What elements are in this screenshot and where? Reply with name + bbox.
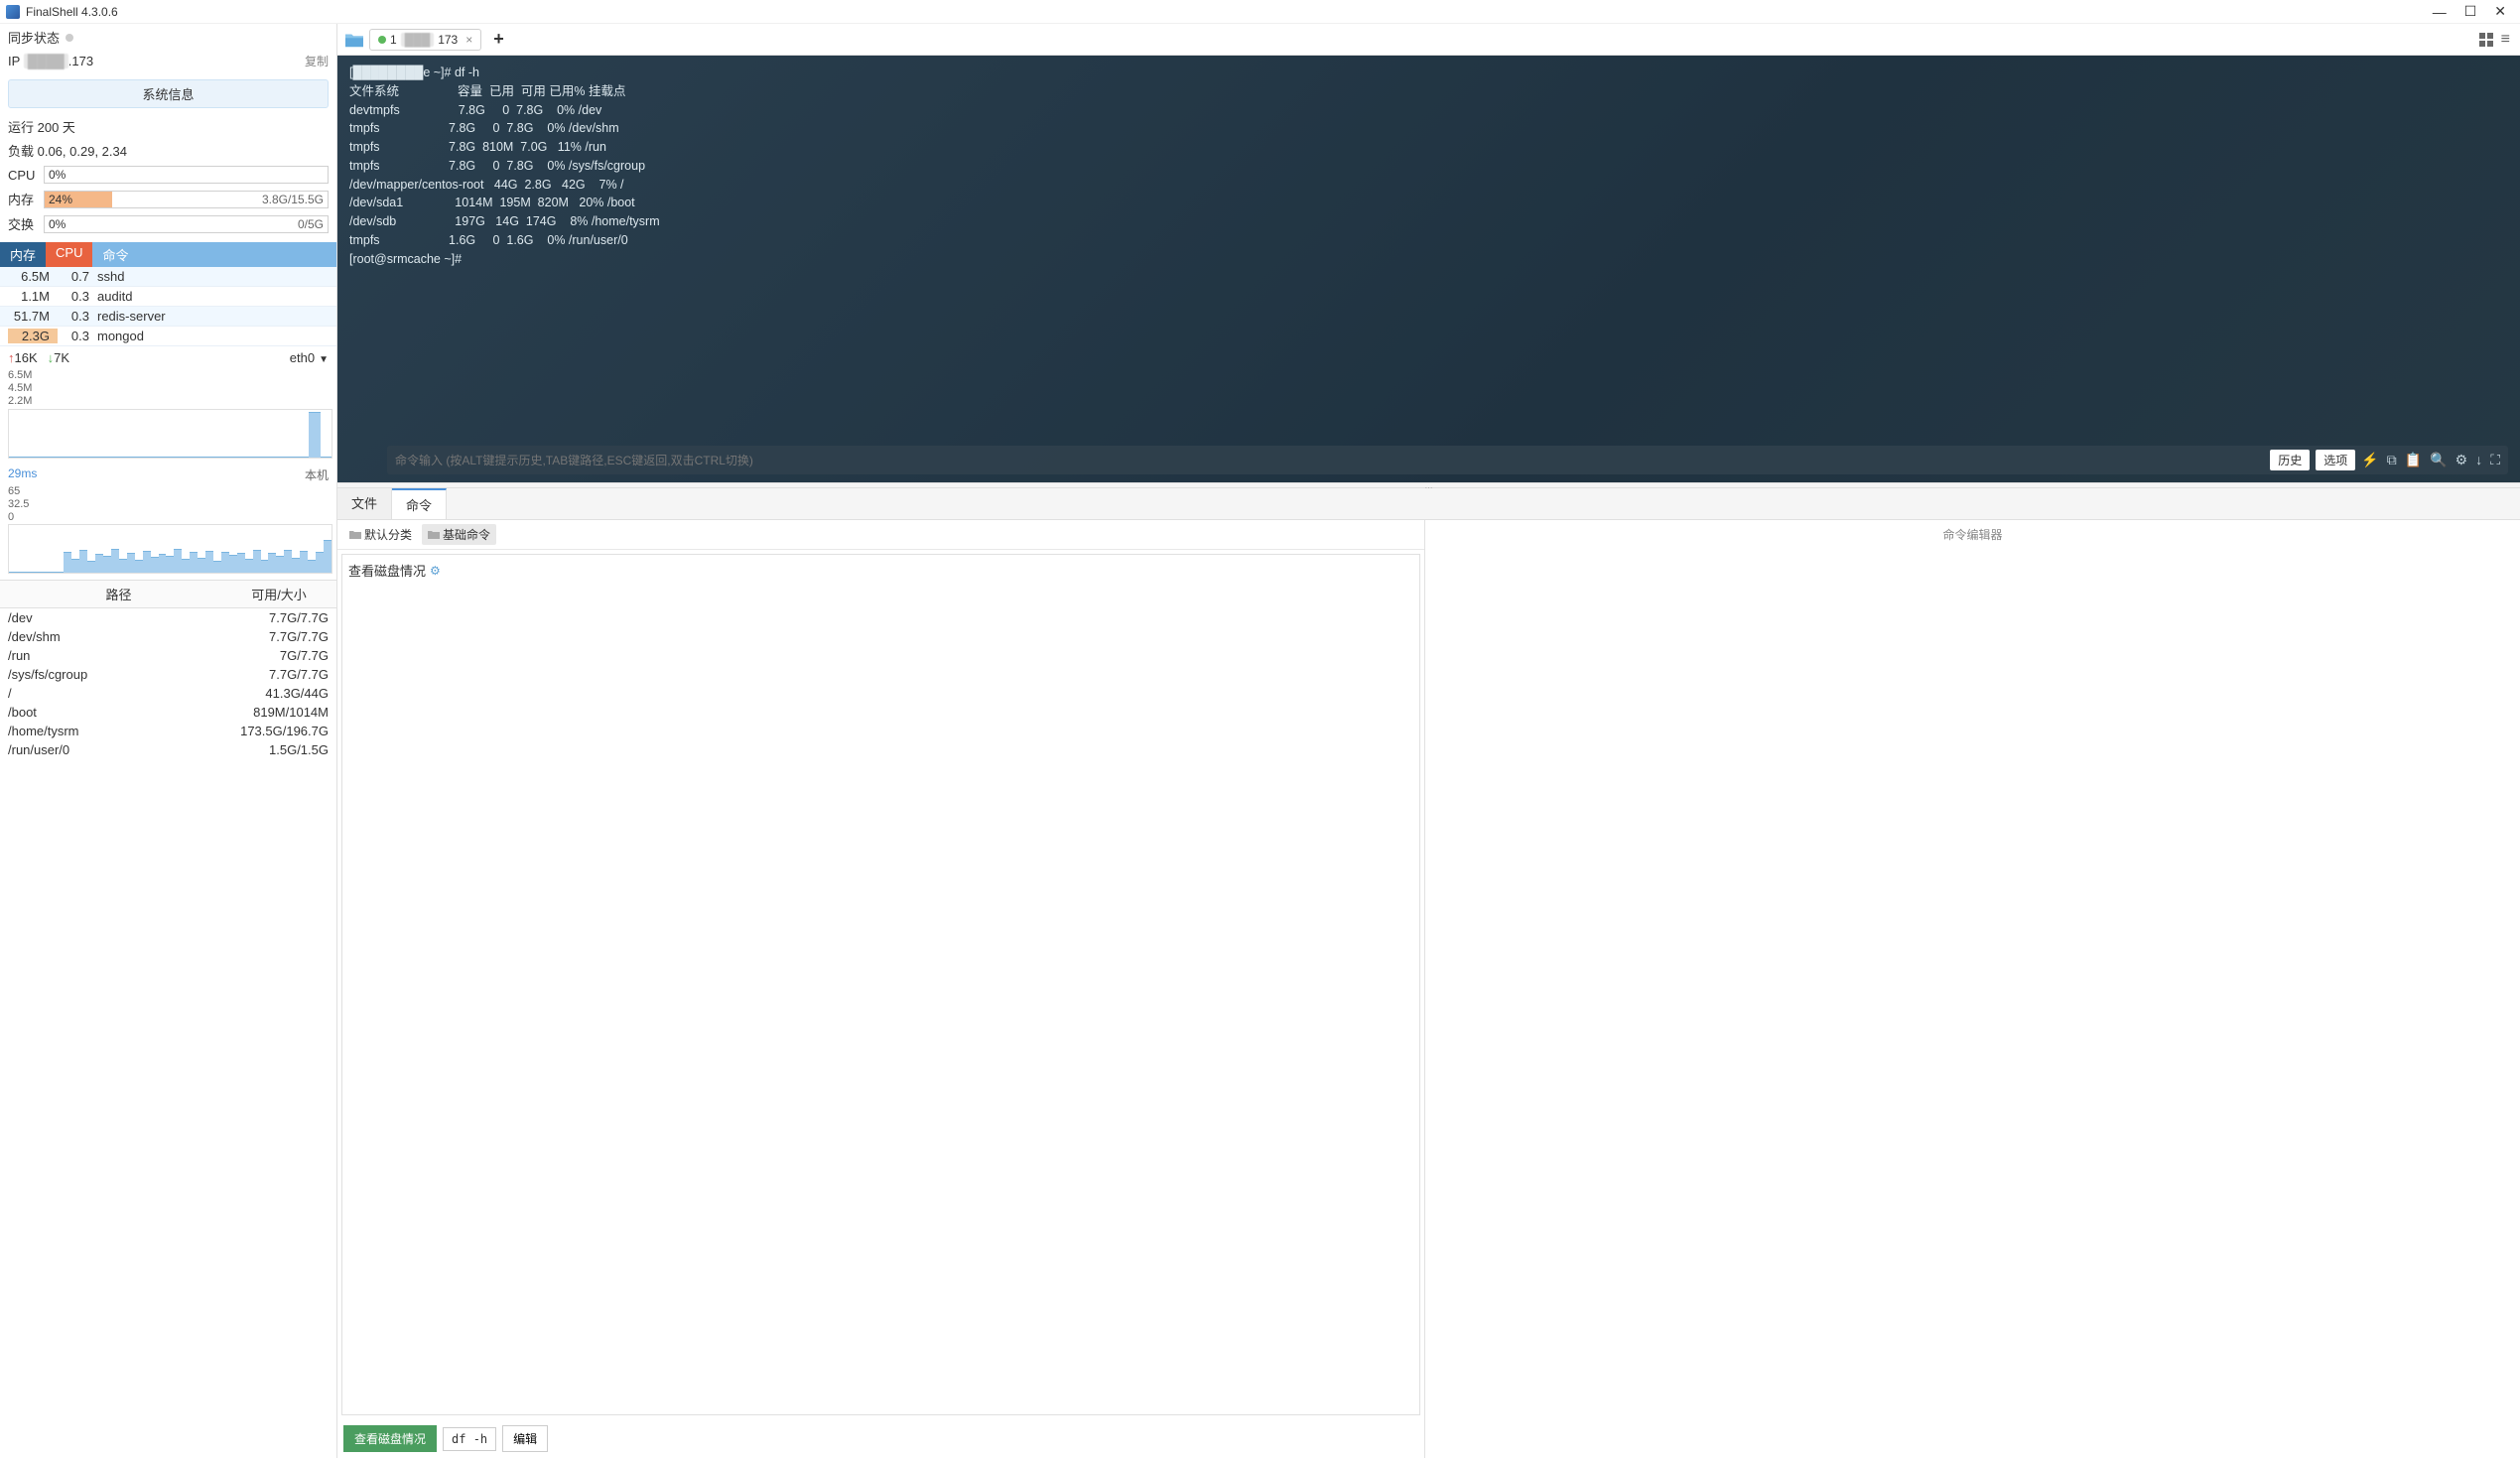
disk-table-header: 路径 可用/大小	[0, 580, 336, 608]
ip-label: IP	[8, 54, 20, 68]
close-button[interactable]: ✕	[2494, 3, 2506, 20]
process-tab-cpu[interactable]: CPU	[46, 242, 92, 267]
command-text: df -h	[443, 1427, 496, 1451]
swap-detail: 0/5G	[298, 217, 324, 231]
disk-row[interactable]: /run/user/01.5G/1.5G	[0, 740, 336, 759]
swap-percent: 0%	[49, 217, 66, 231]
ip-suffix: .173	[68, 54, 93, 68]
minimize-button[interactable]: —	[2433, 4, 2447, 20]
chevron-down-icon: ▼	[319, 354, 329, 365]
latency-value: 29ms	[8, 466, 37, 483]
gear-icon[interactable]: ⚙	[430, 564, 441, 578]
edit-command-button[interactable]: 编辑	[502, 1425, 548, 1452]
sidebar: 同步状态 IP ████ .173 复制 系统信息 运行 200 天 负载 0.…	[0, 24, 337, 1458]
copy-icon[interactable]: ⧉	[2387, 450, 2397, 470]
titlebar: FinalShell 4.3.0.6 — ☐ ✕	[0, 0, 2520, 24]
bottom-tab-cmd[interactable]: 命令	[392, 488, 447, 519]
folder-icon	[349, 530, 361, 540]
connection-tab[interactable]: 1 ███ 173 ×	[369, 29, 481, 51]
cpu-label: CPU	[8, 168, 38, 183]
options-button[interactable]: 选项	[2316, 450, 2355, 470]
download-rate: 7K	[54, 350, 69, 365]
disk-row[interactable]: /dev/shm7.7G/7.7G	[0, 627, 336, 646]
command-list-item[interactable]: 查看磁盘情况 ⚙	[348, 561, 1413, 580]
swap-meter: 0% 0/5G	[44, 215, 329, 233]
maximize-button[interactable]: ☐	[2464, 3, 2477, 20]
network-interface-select[interactable]: eth0▼	[290, 350, 329, 365]
mem-percent: 24%	[49, 193, 72, 206]
bolt-icon[interactable]: ⚡	[2361, 450, 2378, 470]
network-chart: 6.5M 4.5M 2.2M	[8, 369, 332, 459]
category-default[interactable]: 默认分类	[343, 524, 418, 545]
command-list: 查看磁盘情况 ⚙	[341, 554, 1420, 1415]
command-editor-title: 命令编辑器	[1429, 524, 2516, 545]
command-input-bar: 历史 选项 ⚡ ⧉ 📋 🔍 ⚙ ↓ ⛶	[387, 446, 2508, 474]
app-icon	[6, 5, 20, 19]
process-row[interactable]: 2.3G 0.3 mongod	[0, 327, 336, 346]
latency-chart: 65 32.5 0	[8, 485, 332, 575]
fullscreen-icon[interactable]: ⛶	[2490, 450, 2500, 470]
sync-status-dot	[66, 34, 73, 42]
disk-row[interactable]: /41.3G/44G	[0, 684, 336, 703]
mem-detail: 3.8G/15.5G	[262, 193, 324, 206]
close-tab-button[interactable]: ×	[465, 33, 472, 47]
grid-view-icon[interactable]	[2479, 33, 2493, 47]
ip-masked: ████	[24, 54, 68, 68]
load-text: 负载 0.06, 0.29, 2.34	[0, 140, 336, 164]
cpu-percent: 0%	[49, 168, 66, 182]
cpu-meter: 0%	[44, 166, 329, 184]
folder-icon[interactable]	[343, 31, 365, 49]
process-tab-mem[interactable]: 内存	[0, 242, 46, 267]
system-info-button[interactable]: 系统信息	[8, 79, 329, 108]
gear-icon[interactable]: ⚙	[2455, 450, 2468, 470]
new-tab-button[interactable]: +	[485, 29, 512, 50]
process-tab-cmd[interactable]: 命令	[92, 242, 336, 267]
disk-row[interactable]: /dev7.7G/7.7G	[0, 608, 336, 627]
latency-host: 本机	[305, 466, 329, 483]
app-title: FinalShell 4.3.0.6	[26, 5, 2433, 19]
category-basic[interactable]: 基础命令	[422, 524, 496, 545]
folder-icon	[428, 530, 440, 540]
download-icon[interactable]: ↓	[2475, 450, 2482, 470]
connection-tabbar: 1 ███ 173 × + ≡	[337, 24, 2520, 56]
menu-icon[interactable]: ≡	[2501, 31, 2510, 49]
process-row[interactable]: 1.1M 0.3 auditd	[0, 287, 336, 307]
connection-status-dot	[378, 36, 386, 44]
disk-list: /dev7.7G/7.7G/dev/shm7.7G/7.7G/run7G/7.7…	[0, 608, 336, 759]
uptime-text: 运行 200 天	[0, 116, 336, 140]
upload-rate: 16K	[15, 350, 38, 365]
copy-ip-button[interactable]: 复制	[305, 53, 329, 69]
process-row[interactable]: 6.5M 0.7 sshd	[0, 267, 336, 287]
disk-row[interactable]: /sys/fs/cgroup7.7G/7.7G	[0, 665, 336, 684]
execute-command-button[interactable]: 查看磁盘情况	[343, 1425, 437, 1452]
command-input[interactable]	[395, 454, 2264, 467]
sync-status-label: 同步状态	[8, 28, 60, 47]
command-editor-pane: 命令编辑器	[1425, 520, 2520, 1458]
search-icon[interactable]: 🔍	[2430, 450, 2447, 470]
disk-row[interactable]: /run7G/7.7G	[0, 646, 336, 665]
bottom-tab-file[interactable]: 文件	[337, 488, 392, 519]
process-row[interactable]: 51.7M 0.3 redis-server	[0, 307, 336, 327]
mem-label: 内存	[8, 190, 38, 208]
swap-label: 交换	[8, 214, 38, 233]
mem-meter: 24% 3.8G/15.5G	[44, 191, 329, 208]
paste-icon[interactable]: 📋	[2405, 450, 2422, 470]
process-list: 6.5M 0.7 sshd 1.1M 0.3 auditd 51.7M 0.3 …	[0, 267, 336, 346]
disk-row[interactable]: /home/tysrm173.5G/196.7G	[0, 722, 336, 740]
terminal[interactable]: [████████e ~]# df -h 文件系统 容量 已用 可用 已用% 挂…	[337, 56, 2520, 482]
disk-row[interactable]: /boot819M/1014M	[0, 703, 336, 722]
history-button[interactable]: 历史	[2270, 450, 2310, 470]
